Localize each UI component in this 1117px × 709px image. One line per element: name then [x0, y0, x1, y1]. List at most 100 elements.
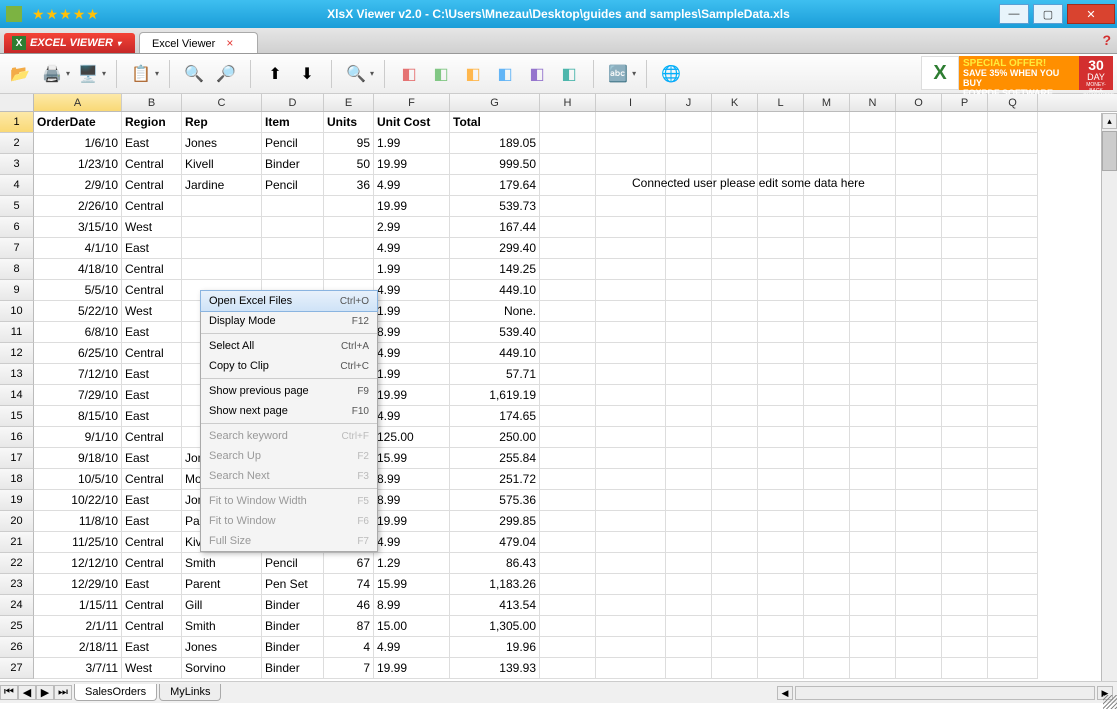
cell[interactable]: East [122, 448, 182, 469]
cell[interactable]: 1/15/11 [34, 595, 122, 616]
cell[interactable]: Jones [182, 133, 262, 154]
cell[interactable] [988, 490, 1038, 511]
cell[interactable]: 4/18/10 [34, 259, 122, 280]
cell[interactable] [540, 553, 596, 574]
cell[interactable]: Parent [182, 574, 262, 595]
dropdown-icon[interactable]: ▾ [66, 69, 70, 78]
cell[interactable]: 57.71 [450, 364, 540, 385]
cell[interactable]: 8.99 [374, 595, 450, 616]
cell[interactable] [712, 448, 758, 469]
cell[interactable] [804, 280, 850, 301]
row-header[interactable]: 12 [0, 343, 34, 364]
row-header[interactable]: 23 [0, 574, 34, 595]
cell[interactable] [596, 469, 666, 490]
cell[interactable] [942, 574, 988, 595]
cell[interactable]: Sorvino [182, 658, 262, 679]
scroll-left-button[interactable]: ◀ [777, 686, 793, 700]
cell[interactable] [262, 217, 324, 238]
cell[interactable]: 4.99 [374, 532, 450, 553]
cell[interactable]: Central [122, 553, 182, 574]
resize-grip[interactable] [1103, 695, 1117, 709]
cell[interactable] [712, 574, 758, 595]
cell[interactable] [758, 427, 804, 448]
cell[interactable]: 1,305.00 [450, 616, 540, 637]
cell[interactable] [758, 469, 804, 490]
cell[interactable]: Pencil [262, 133, 324, 154]
cell[interactable] [988, 238, 1038, 259]
cell[interactable] [988, 427, 1038, 448]
cell[interactable] [942, 175, 988, 196]
cell[interactable] [712, 637, 758, 658]
cell[interactable] [324, 196, 374, 217]
cell[interactable] [758, 280, 804, 301]
column-header[interactable]: L [758, 94, 804, 111]
cell[interactable]: East [122, 490, 182, 511]
cell[interactable] [804, 637, 850, 658]
prev-sheet-button[interactable]: ◀ [18, 685, 36, 700]
last-sheet-button[interactable]: ⏭ [54, 685, 72, 700]
cell[interactable] [988, 616, 1038, 637]
cell[interactable] [712, 406, 758, 427]
cell[interactable] [666, 469, 712, 490]
cell[interactable] [666, 259, 712, 280]
cell[interactable] [596, 511, 666, 532]
cell[interactable] [758, 343, 804, 364]
cell[interactable] [596, 196, 666, 217]
column-header[interactable]: B [122, 94, 182, 111]
cell[interactable] [942, 238, 988, 259]
cell[interactable]: 74 [324, 574, 374, 595]
cell[interactable] [942, 196, 988, 217]
zoom-in-button[interactable]: 🔎 [212, 60, 240, 88]
cell[interactable] [850, 448, 896, 469]
cell[interactable] [540, 658, 596, 679]
cell[interactable]: 449.10 [450, 280, 540, 301]
row-header[interactable]: 2 [0, 133, 34, 154]
cell[interactable] [988, 658, 1038, 679]
cell[interactable] [758, 196, 804, 217]
cell[interactable] [896, 259, 942, 280]
cell[interactable]: Central [122, 532, 182, 553]
cell[interactable] [988, 259, 1038, 280]
cell[interactable] [596, 217, 666, 238]
cell[interactable] [596, 364, 666, 385]
cell[interactable] [666, 217, 712, 238]
cell[interactable] [942, 343, 988, 364]
menu-item[interactable]: Select AllCtrl+A [201, 336, 377, 356]
cell[interactable]: Binder [262, 154, 324, 175]
cell[interactable]: Central [122, 196, 182, 217]
cell[interactable] [850, 385, 896, 406]
cell[interactable] [596, 406, 666, 427]
row-header[interactable]: 16 [0, 427, 34, 448]
header-cell[interactable] [988, 112, 1038, 133]
dropdown-icon[interactable]: ▾ [370, 69, 374, 78]
cell[interactable] [896, 658, 942, 679]
cell[interactable] [596, 301, 666, 322]
cell[interactable]: Binder [262, 637, 324, 658]
cell[interactable] [666, 532, 712, 553]
row-header[interactable]: 6 [0, 217, 34, 238]
cell[interactable] [666, 343, 712, 364]
brand-badge[interactable]: X EXCEL VIEWER ▾ [4, 33, 135, 53]
cell[interactable]: 539.40 [450, 322, 540, 343]
chart-button[interactable]: ◧ [395, 60, 423, 88]
cell[interactable]: East [122, 637, 182, 658]
cell[interactable] [324, 259, 374, 280]
column-header[interactable]: K [712, 94, 758, 111]
cell[interactable] [596, 322, 666, 343]
cell[interactable] [942, 490, 988, 511]
cell[interactable] [666, 658, 712, 679]
cell[interactable]: None. [450, 301, 540, 322]
header-cell[interactable] [758, 112, 804, 133]
cell[interactable] [988, 196, 1038, 217]
cell[interactable] [596, 490, 666, 511]
row-header[interactable]: 14 [0, 385, 34, 406]
header-cell[interactable] [942, 112, 988, 133]
cell[interactable] [804, 616, 850, 637]
row-header[interactable]: 4 [0, 175, 34, 196]
cell[interactable]: 449.10 [450, 343, 540, 364]
cell[interactable] [758, 385, 804, 406]
cell[interactable]: 67 [324, 553, 374, 574]
cell[interactable] [712, 280, 758, 301]
cell[interactable] [896, 238, 942, 259]
row-header[interactable]: 10 [0, 301, 34, 322]
